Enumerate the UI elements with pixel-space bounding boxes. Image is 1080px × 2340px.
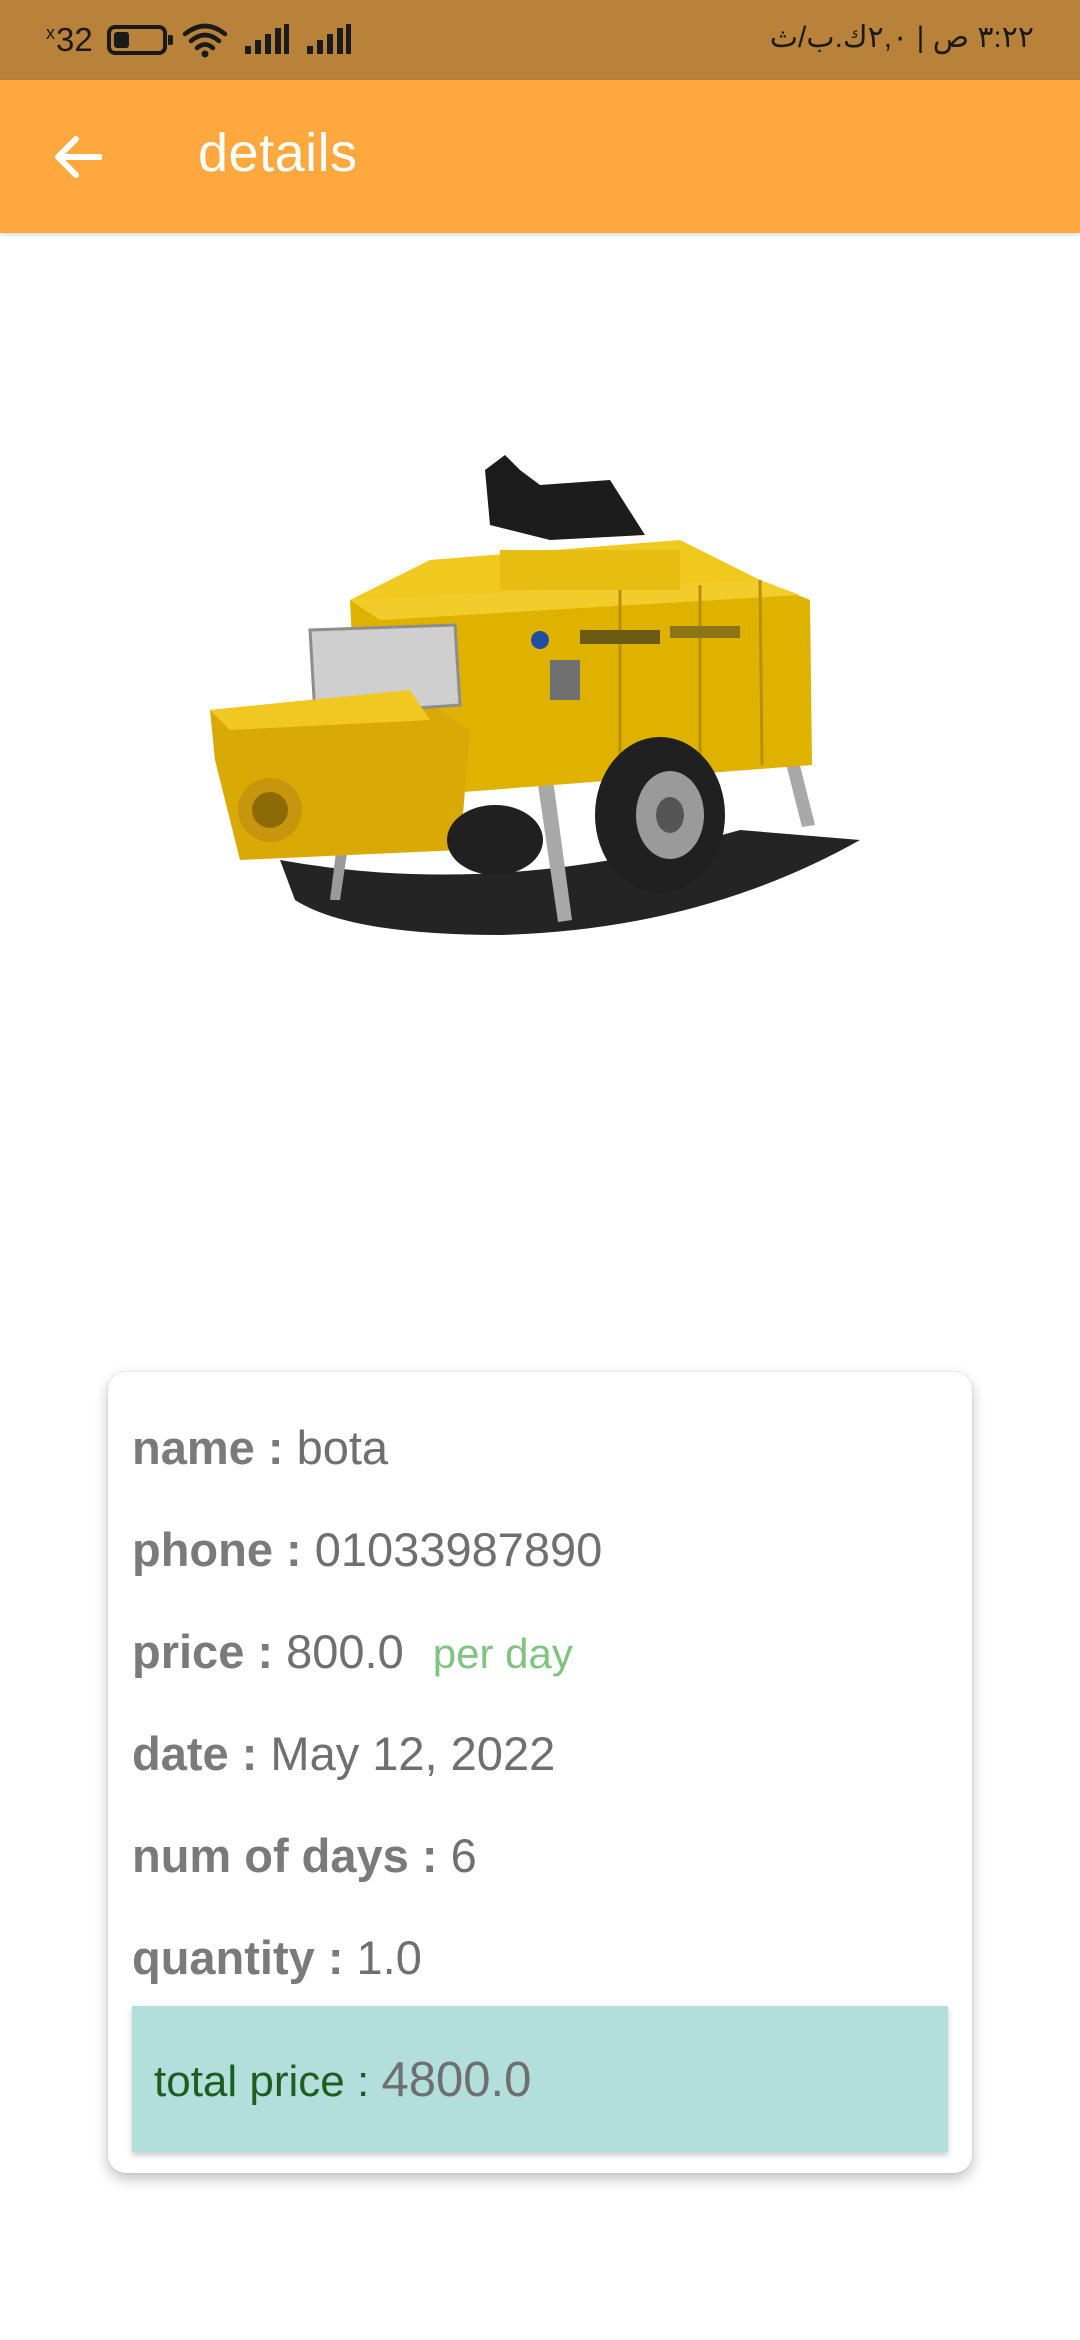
product-image: [210, 455, 860, 935]
date-label: date :: [132, 1727, 258, 1780]
name-value: bota: [296, 1421, 389, 1474]
phone-value: 01033987890: [314, 1523, 603, 1576]
app-bar: details: [0, 80, 1080, 233]
battery-percentage: x32: [46, 21, 93, 58]
days-value: 6: [450, 1829, 477, 1882]
date-value: May 12, 2022: [270, 1727, 556, 1780]
status-time: ٣:٢٢ ص | ٢,٠ك.ب/ث: [769, 21, 1034, 54]
total-price-box: total price : 4800.0: [132, 2006, 948, 2152]
price-row: price : 800.0 per day: [132, 1624, 573, 1679]
price-label: price :: [132, 1625, 274, 1678]
back-button[interactable]: [44, 124, 110, 190]
status-icons: x32: [46, 18, 353, 62]
quantity-label: quantity :: [132, 1931, 344, 1984]
total-price-label: total price :: [154, 2057, 370, 2106]
signal-icon-sim2: [306, 24, 351, 54]
page-title: details: [198, 123, 358, 183]
price-value: 800.0: [286, 1625, 404, 1678]
total-price-value: 4800.0: [381, 2053, 532, 2107]
price-unit: per day: [432, 1630, 573, 1677]
name-label: name :: [132, 1421, 284, 1474]
date-row: date : May 12, 2022: [132, 1726, 555, 1781]
name-row: name : bota: [132, 1420, 388, 1475]
arrow-back-icon: [55, 136, 102, 178]
status-bar: x32 ٣:٢٢ ص | ٢,٠ك.ب/ث: [0, 0, 1080, 80]
quantity-row: quantity : 1.0: [132, 1930, 422, 1985]
days-row: num of days : 6: [132, 1828, 477, 1883]
days-label: num of days :: [132, 1829, 438, 1882]
phone-row: phone : 01033987890: [132, 1522, 602, 1577]
signal-icon-sim1: [244, 24, 289, 54]
battery-icon: [106, 25, 173, 55]
quantity-value: 1.0: [356, 1931, 422, 1984]
total-price-row: total price : 4800.0: [154, 2052, 531, 2108]
phone-label: phone :: [132, 1523, 302, 1576]
wifi-icon: [182, 23, 227, 58]
details-card: name : bota phone : 01033987890 price : …: [108, 1372, 972, 2173]
